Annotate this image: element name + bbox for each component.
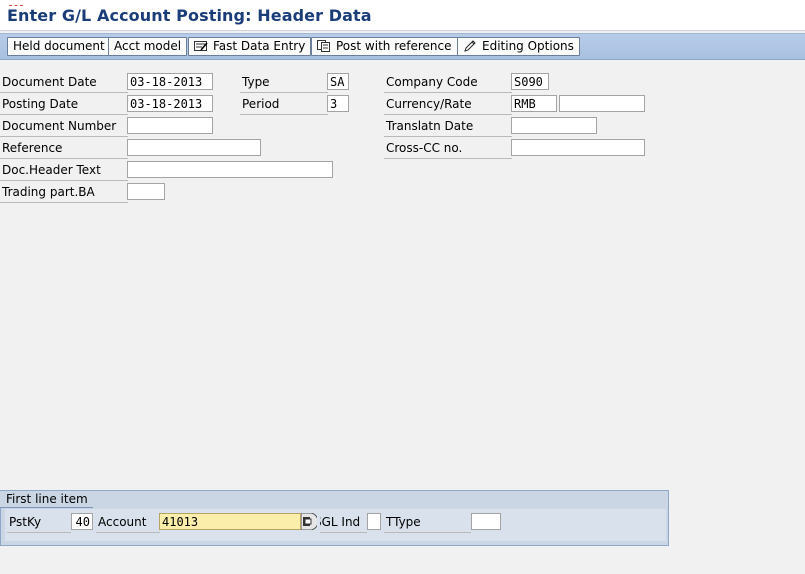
post-with-reference-label: Post with reference <box>336 39 452 53</box>
posting-date-label: Posting Date <box>0 94 128 115</box>
type-label: Type <box>240 72 328 93</box>
sgl-ind-field[interactable] <box>367 513 381 530</box>
document-date-label: Document Date <box>0 72 128 93</box>
title-bar: Enter G/L Account Posting: Header Data <box>0 0 805 31</box>
doc-header-text-field[interactable] <box>127 161 333 178</box>
trading-part-ba-field[interactable] <box>127 183 165 200</box>
document-date-field[interactable]: 03-18-2013 <box>127 73 213 90</box>
pstky-label: PstKy <box>7 512 71 533</box>
posting-date-field[interactable]: 03-18-2013 <box>127 95 213 112</box>
match-code-icon[interactable] <box>300 512 319 531</box>
exchange-rate-field[interactable] <box>559 95 645 112</box>
sgl-ind-label: SGL Ind <box>320 512 367 533</box>
period-field[interactable]: 3 <box>327 95 349 112</box>
ttype-label: TType <box>384 512 471 533</box>
currency-rate-label: Currency/Rate <box>384 94 512 115</box>
panel-tab-underline <box>0 507 93 508</box>
editing-options-label: Editing Options <box>482 39 574 53</box>
fast-data-entry-icon <box>194 40 208 52</box>
doc-header-text-label: Doc.Header Text <box>0 160 128 181</box>
trading-part-ba-label: Trading part.BA <box>0 182 128 203</box>
period-label: Period <box>240 94 328 115</box>
post-with-reference-button[interactable]: Post with reference <box>311 37 458 56</box>
editing-options-button[interactable]: Editing Options <box>457 37 580 56</box>
pstky-field[interactable]: 40 <box>71 513 93 530</box>
acct-model-button[interactable]: Acct model <box>108 37 188 56</box>
first-line-item-tab: First line item <box>0 491 102 507</box>
document-number-label: Document Number <box>0 116 128 137</box>
company-code-field[interactable]: S090 <box>511 73 549 90</box>
ttype-field[interactable] <box>471 513 501 530</box>
document-number-field[interactable] <box>127 117 213 134</box>
cross-cc-no-field[interactable] <box>511 139 645 156</box>
currency-field[interactable]: RMB <box>511 95 557 112</box>
reference-field[interactable] <box>127 139 261 156</box>
pencil-icon <box>463 39 477 52</box>
type-field[interactable]: SA <box>327 73 349 90</box>
application-toolbar: Held document Acct model Fast Data Entry… <box>0 33 805 60</box>
translatn-date-field[interactable] <box>511 117 597 134</box>
page-title: Enter G/L Account Posting: Header Data <box>7 6 372 25</box>
translatn-date-label: Translatn Date <box>384 116 512 137</box>
cross-cc-no-label: Cross-CC no. <box>384 138 512 159</box>
fast-data-entry-label: Fast Data Entry <box>213 39 306 53</box>
account-field[interactable]: 41013 <box>159 513 301 530</box>
held-document-label: Held document <box>13 39 105 53</box>
account-label: Account <box>96 512 160 533</box>
title-corner-mark <box>9 5 23 9</box>
title-separator <box>0 30 805 31</box>
company-code-label: Company Code <box>384 72 512 93</box>
reference-label: Reference <box>0 138 128 159</box>
acct-model-label: Acct model <box>114 39 182 53</box>
held-document-button[interactable]: Held document <box>7 37 111 56</box>
post-with-reference-icon <box>317 39 331 52</box>
fast-data-entry-button[interactable]: Fast Data Entry <box>188 37 312 56</box>
